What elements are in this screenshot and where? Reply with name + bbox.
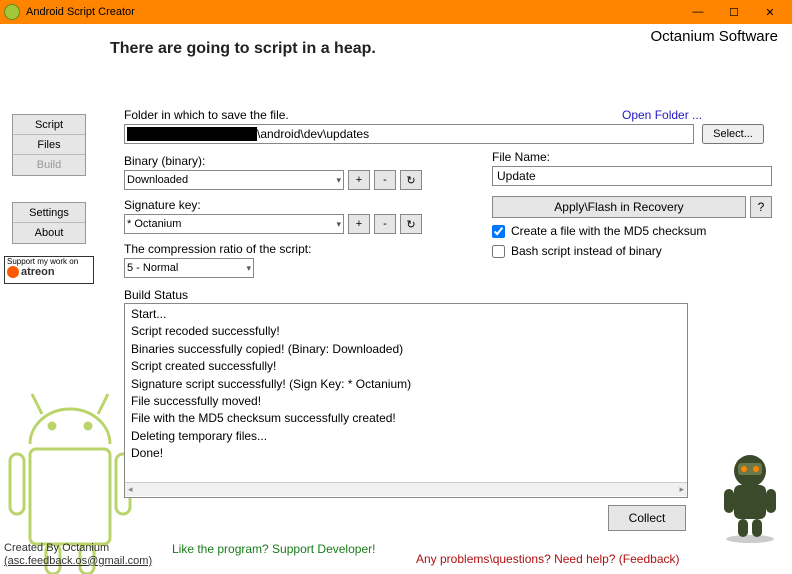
sidebar-settings-button[interactable]: Settings — [13, 203, 85, 223]
status-line: Script created successfully! — [131, 358, 681, 375]
sidebar-script-button[interactable]: Script — [13, 115, 85, 135]
status-label: Build Status — [124, 288, 188, 302]
sidebar: Script Files Build Settings About — [12, 114, 86, 244]
chevron-down-icon: ▾ — [336, 219, 341, 230]
folder-path-input[interactable]: \android\dev\updates — [124, 124, 694, 144]
patreon-word: atreon — [21, 267, 55, 278]
redacted-path — [127, 127, 257, 141]
help-button[interactable]: ? — [750, 196, 772, 218]
credits-email[interactable]: (asc.feedback.os@gmail.com) — [4, 555, 152, 568]
status-line: Done! — [131, 445, 681, 462]
binary-add-button[interactable]: + — [348, 170, 370, 190]
patreon-badge[interactable]: Support my work on atreon — [4, 256, 94, 284]
credits-author: Created By Octanium — [4, 542, 152, 555]
feedback-link[interactable]: Any problems\questions? Need help? (Feed… — [416, 552, 679, 566]
credits: Created By Octanium (asc.feedback.os@gma… — [4, 542, 152, 568]
select-folder-button[interactable]: Select... — [702, 124, 764, 144]
sigkey-value: * Octanium — [127, 218, 181, 230]
maximize-button[interactable]: ☐ — [716, 0, 752, 24]
md5-label: Create a file with the MD5 checksum — [511, 224, 706, 238]
sidebar-build-button[interactable]: Build — [13, 155, 85, 175]
robot-mascot-icon — [714, 449, 786, 544]
scroll-left-icon[interactable]: ◂ — [128, 484, 133, 495]
filename-input[interactable] — [492, 166, 772, 186]
status-line: Script recoded successfully! — [131, 323, 681, 340]
titlebar: Android Script Creator — ☐ ✕ — [0, 0, 792, 24]
scroll-right-icon[interactable]: ▸ — [679, 484, 684, 495]
bash-label: Bash script instead of binary — [511, 244, 662, 258]
page-heading: There are going to script in a heap. — [110, 40, 376, 58]
binary-combo[interactable]: Downloaded ▾ — [124, 170, 344, 190]
sigkey-combo[interactable]: * Octanium ▾ — [124, 214, 344, 234]
apply-flash-button[interactable]: Apply\Flash in Recovery — [492, 196, 746, 218]
status-line: Start... — [131, 306, 681, 323]
window-title: Android Script Creator — [26, 6, 135, 18]
collect-button[interactable]: Collect — [608, 505, 686, 531]
sigkey-remove-button[interactable]: - — [374, 214, 396, 234]
minimize-button[interactable]: — — [680, 0, 716, 24]
open-folder-link[interactable]: Open Folder ... — [622, 108, 702, 122]
status-textarea[interactable]: Start...Script recoded successfully!Bina… — [124, 303, 688, 498]
close-button[interactable]: ✕ — [752, 0, 788, 24]
status-line: Deleting temporary files... — [131, 428, 681, 445]
right-panel: File Name: Apply\Flash in Recovery ? Cre… — [492, 150, 782, 258]
support-developer-link[interactable]: Like the program? Support Developer! — [172, 542, 375, 556]
binary-refresh-button[interactable]: ↻ — [400, 170, 422, 190]
patreon-icon — [7, 266, 19, 278]
binary-remove-button[interactable]: - — [374, 170, 396, 190]
sigkey-refresh-button[interactable]: ↻ — [400, 214, 422, 234]
status-line: Binaries successfully copied! (Binary: D… — [131, 341, 681, 358]
status-line: Signature script successfully! (Sign Key… — [131, 376, 681, 393]
sidebar-about-button[interactable]: About — [13, 223, 85, 243]
chevron-down-icon: ▾ — [336, 175, 341, 186]
sigkey-add-button[interactable]: + — [348, 214, 370, 234]
status-line: File with the MD5 checksum successfully … — [131, 410, 681, 427]
binary-value: Downloaded — [127, 174, 188, 186]
horizontal-scrollbar[interactable]: ◂ ▸ — [125, 482, 687, 496]
app-icon — [4, 4, 20, 20]
md5-checkbox[interactable] — [492, 225, 505, 238]
patreon-tagline: Support my work on — [7, 258, 91, 266]
status-line: File successfully moved! — [131, 393, 681, 410]
bash-checkbox[interactable] — [492, 245, 505, 258]
folder-path-suffix: \android\dev\updates — [257, 127, 369, 141]
brand-label: Octanium Software — [650, 28, 778, 45]
compression-combo[interactable]: 5 - Normal ▾ — [124, 258, 254, 278]
compression-value: 5 - Normal — [127, 262, 178, 274]
filename-label: File Name: — [492, 150, 782, 164]
chevron-down-icon: ▾ — [246, 263, 251, 274]
sidebar-files-button[interactable]: Files — [13, 135, 85, 155]
